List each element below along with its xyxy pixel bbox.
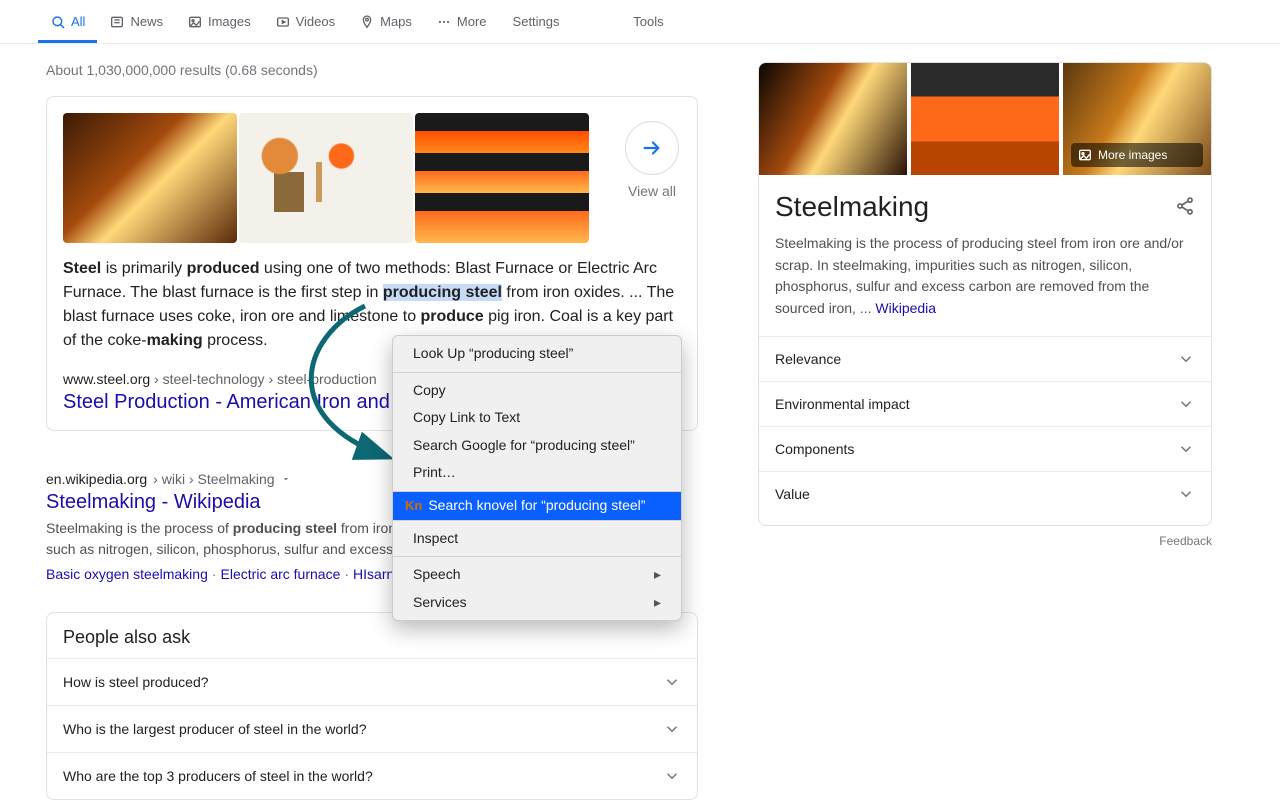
submenu-arrow-icon: ▸ bbox=[654, 593, 661, 613]
kp-title: Steelmaking bbox=[775, 191, 929, 223]
chevron-down-icon bbox=[663, 720, 681, 738]
tab-label: News bbox=[130, 14, 163, 29]
chevron-down-icon bbox=[1177, 440, 1195, 458]
tab-maps[interactable]: Maps bbox=[347, 1, 424, 43]
image-icon bbox=[1077, 147, 1093, 163]
ctx-search-knovel[interactable]: KnSearch knovel for “producing steel” bbox=[393, 492, 681, 520]
featured-thumbnails bbox=[63, 113, 681, 243]
search-tabs: All News Images Videos Maps More Setting… bbox=[0, 0, 1280, 44]
tab-tools[interactable]: Tools bbox=[619, 1, 740, 42]
tab-all[interactable]: All bbox=[38, 1, 97, 43]
thumbnail[interactable] bbox=[415, 113, 589, 243]
ctx-copy-link-to-text[interactable]: Copy Link to Text bbox=[393, 404, 681, 432]
caret-down-icon[interactable] bbox=[281, 474, 291, 484]
kp-section[interactable]: Relevance bbox=[759, 336, 1211, 381]
snippet-bold: Steel bbox=[63, 260, 101, 277]
thumbnail[interactable] bbox=[239, 113, 413, 243]
chevron-down-icon bbox=[1177, 485, 1195, 503]
view-all-images[interactable]: View all bbox=[625, 121, 679, 199]
kp-section[interactable]: Environmental impact bbox=[759, 381, 1211, 426]
knovel-icon: Kn bbox=[405, 498, 422, 513]
tab-settings[interactable]: Settings bbox=[499, 1, 620, 42]
ctx-search-google[interactable]: Search Google for “producing steel” bbox=[393, 432, 681, 460]
view-all-label: View all bbox=[625, 183, 679, 199]
snippet-bold: produce bbox=[421, 308, 484, 325]
feedback-link[interactable]: Feedback bbox=[758, 534, 1212, 548]
snippet-bold: making bbox=[147, 332, 203, 349]
paa-question[interactable]: How is steel produced? bbox=[47, 658, 697, 705]
maps-icon bbox=[359, 14, 375, 30]
paa-question[interactable]: Who are the top 3 producers of steel in … bbox=[47, 752, 697, 799]
share-button[interactable] bbox=[1175, 196, 1195, 219]
tab-label: All bbox=[71, 14, 85, 29]
tab-images[interactable]: Images bbox=[175, 1, 263, 43]
knowledge-panel: More images Steelmaking Steelmaking is t… bbox=[758, 62, 1212, 526]
news-icon bbox=[109, 14, 125, 30]
tab-more[interactable]: More bbox=[424, 1, 499, 43]
share-icon bbox=[1175, 196, 1195, 216]
submenu-arrow-icon: ▸ bbox=[654, 565, 661, 585]
videos-icon bbox=[275, 14, 291, 30]
context-menu: Look Up “producing steel” Copy Copy Link… bbox=[392, 335, 682, 621]
kp-description: Steelmaking is the process of producing … bbox=[759, 233, 1211, 336]
chevron-down-icon bbox=[663, 767, 681, 785]
ctx-speech[interactable]: Speech▸ bbox=[393, 561, 681, 589]
ctx-print[interactable]: Print… bbox=[393, 459, 681, 487]
thumbnail[interactable] bbox=[63, 113, 237, 243]
chevron-down-icon bbox=[663, 673, 681, 691]
tab-label: Maps bbox=[380, 14, 412, 29]
kp-section[interactable]: Components bbox=[759, 426, 1211, 471]
tab-label: Images bbox=[208, 14, 251, 29]
arrow-right-icon bbox=[625, 121, 679, 175]
kp-section[interactable]: Value bbox=[759, 471, 1211, 525]
tab-label: Settings bbox=[513, 14, 560, 29]
tab-videos[interactable]: Videos bbox=[263, 1, 348, 43]
kp-images: More images bbox=[759, 63, 1211, 175]
kp-image[interactable] bbox=[759, 63, 907, 175]
tab-label: Tools bbox=[633, 14, 663, 29]
kp-image[interactable] bbox=[911, 63, 1059, 175]
tab-news[interactable]: News bbox=[97, 1, 175, 43]
chevron-down-icon bbox=[1177, 395, 1195, 413]
paa-question[interactable]: Who is the largest producer of steel in … bbox=[47, 705, 697, 752]
more-images-button[interactable]: More images bbox=[1071, 143, 1203, 167]
ctx-inspect[interactable]: Inspect bbox=[393, 525, 681, 553]
ctx-services[interactable]: Services▸ bbox=[393, 589, 681, 617]
ctx-lookup[interactable]: Look Up “producing steel” bbox=[393, 340, 681, 368]
ctx-copy[interactable]: Copy bbox=[393, 377, 681, 405]
more-icon bbox=[436, 14, 452, 30]
chevron-down-icon bbox=[1177, 350, 1195, 368]
snippet-bold: produced bbox=[187, 260, 260, 277]
highlighted-text[interactable]: producing steel bbox=[383, 284, 502, 301]
sublink[interactable]: Basic oxygen steelmaking bbox=[46, 566, 208, 582]
result-stats: About 1,030,000,000 results (0.68 second… bbox=[46, 62, 698, 78]
tab-label: More bbox=[457, 14, 487, 29]
people-also-ask: People also ask How is steel produced? W… bbox=[46, 612, 698, 800]
sublink[interactable]: Electric arc furnace bbox=[221, 566, 341, 582]
kp-source-link[interactable]: Wikipedia bbox=[875, 300, 936, 316]
images-icon bbox=[187, 14, 203, 30]
kp-image[interactable]: More images bbox=[1063, 63, 1211, 175]
tab-label: Videos bbox=[296, 14, 336, 29]
search-icon bbox=[50, 14, 66, 30]
